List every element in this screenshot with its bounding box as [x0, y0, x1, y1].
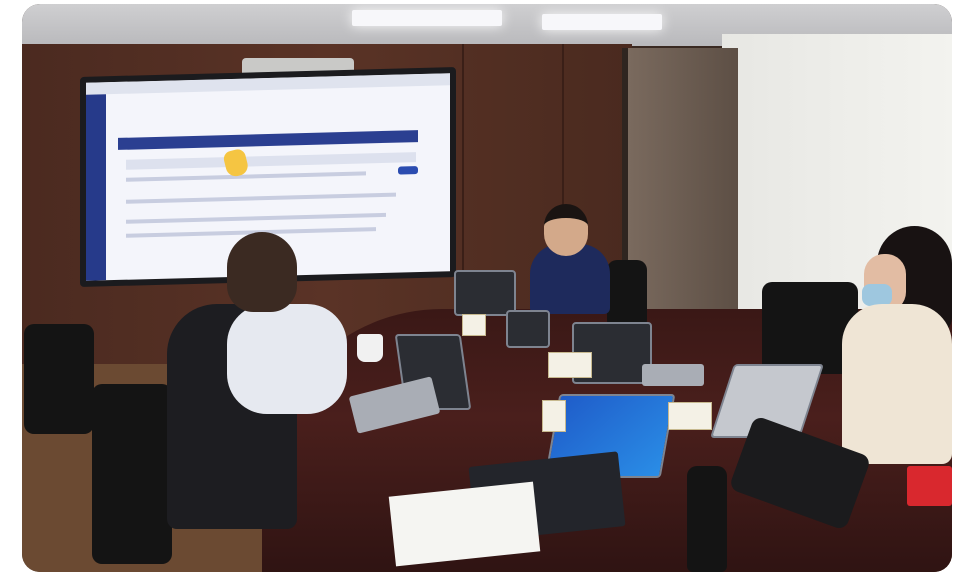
person-left-head — [227, 232, 297, 312]
water-bottle — [687, 466, 727, 572]
ceiling-light — [352, 10, 502, 26]
chair — [607, 260, 647, 330]
laptop — [454, 270, 516, 316]
name-plate — [542, 400, 566, 432]
app-row — [126, 152, 416, 170]
person-center-head — [544, 204, 588, 256]
ceiling-light — [542, 14, 662, 30]
person-left-shirt — [227, 304, 347, 414]
name-plate — [668, 402, 712, 430]
red-notebook — [907, 466, 952, 506]
laptop-base — [642, 364, 704, 386]
chair — [24, 324, 94, 434]
name-plate — [462, 314, 486, 336]
app-nav-bar — [118, 130, 418, 150]
person-right — [842, 304, 952, 464]
laptop — [506, 310, 550, 348]
app-row — [126, 212, 386, 224]
chair — [92, 384, 172, 564]
app-row — [126, 192, 396, 204]
name-plate — [548, 352, 592, 378]
app-button — [398, 166, 418, 175]
app-row — [126, 171, 366, 182]
coffee-cup — [357, 334, 383, 362]
app-sidebar — [86, 94, 106, 281]
meeting-room-photo — [22, 4, 952, 572]
face-mask — [862, 284, 892, 306]
